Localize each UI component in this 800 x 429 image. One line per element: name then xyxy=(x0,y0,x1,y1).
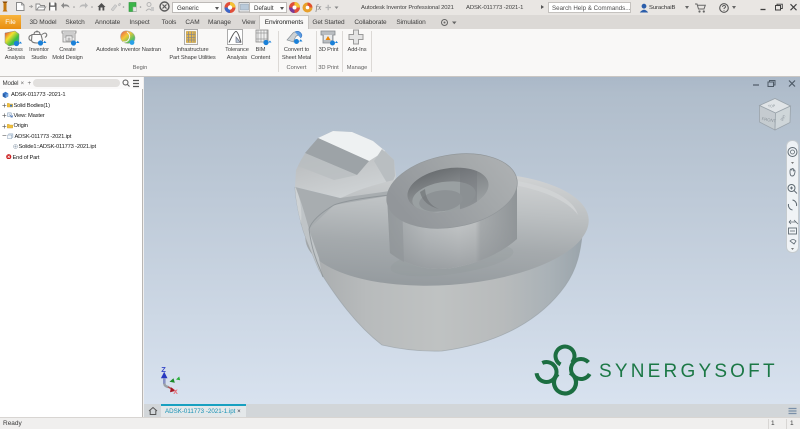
svg-text:fx: fx xyxy=(316,3,322,12)
svg-text:TOP: TOP xyxy=(768,104,776,109)
svg-text:X: X xyxy=(173,389,178,396)
svg-text:SYNERGYSOFT: SYNERGYSOFT xyxy=(599,361,778,382)
